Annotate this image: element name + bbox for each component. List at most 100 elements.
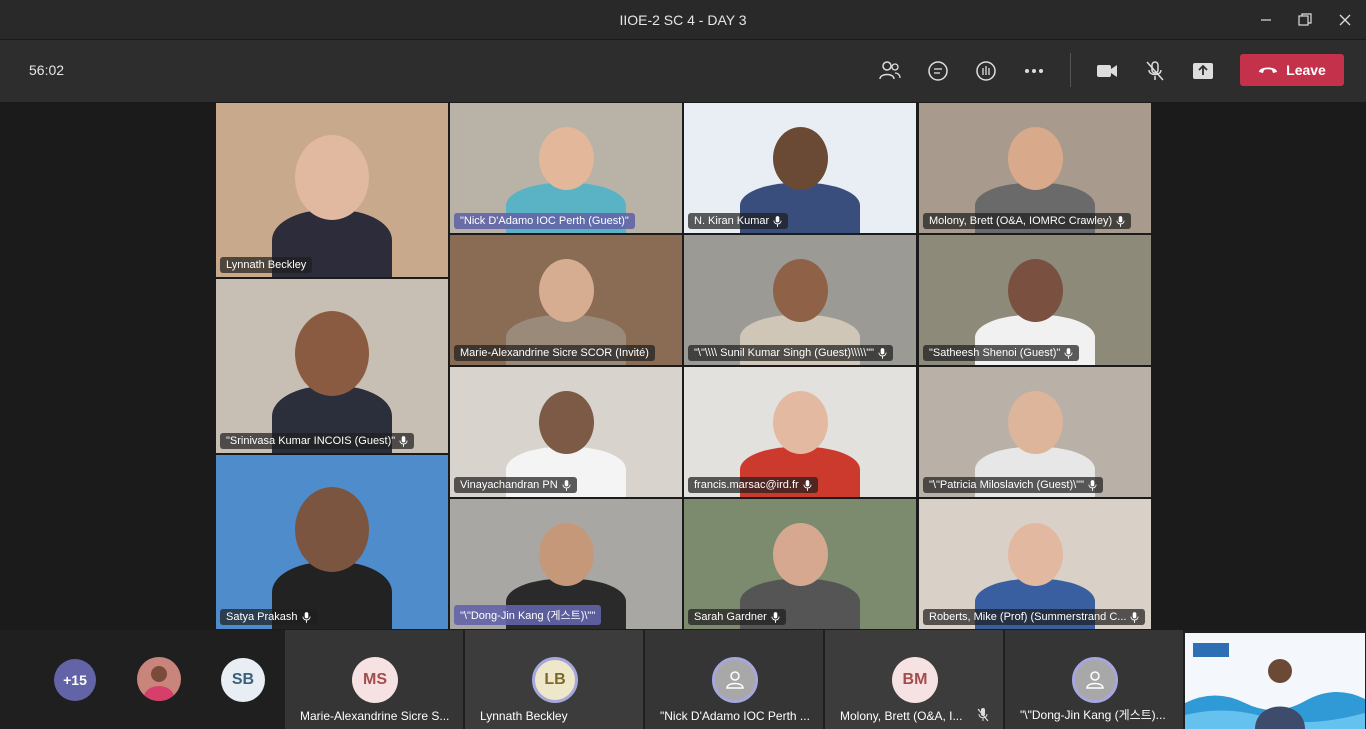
participant-strip-label: Marie-Alexandrine Sicre S... <box>300 709 450 723</box>
title-bar: IIOE-2 SC 4 - DAY 3 <box>0 0 1366 40</box>
mic-icon <box>771 611 780 623</box>
participant-name-tag: Sarah Gardner <box>688 609 786 625</box>
participant-name-tag: francis.marsac@ird.fr <box>688 477 818 493</box>
leave-button[interactable]: Leave <box>1240 54 1344 86</box>
avatar-initials: SB <box>231 671 255 688</box>
mic-icon <box>399 435 408 447</box>
mic-icon <box>562 479 571 491</box>
participant-face <box>772 391 828 454</box>
participant-avatar-sb[interactable]: SB <box>221 658 265 702</box>
participant-name: Lynnath Beckley <box>226 259 307 271</box>
people-icon <box>879 61 901 80</box>
video-stage: Lynnath Beckley "Nick D'Adamo IOC Perth (… <box>0 102 1366 630</box>
participant-face <box>772 259 828 322</box>
video-grid: Lynnath Beckley "Nick D'Adamo IOC Perth (… <box>215 102 1152 630</box>
video-tile[interactable]: Roberts, Mike (Prof) (Summerstrand C... <box>918 498 1152 630</box>
mic-icon <box>1116 215 1125 227</box>
chat-icon <box>928 61 948 81</box>
mute-button[interactable] <box>1138 54 1172 88</box>
phone-hangup-icon <box>1259 67 1278 73</box>
camera-icon <box>1097 65 1117 77</box>
avatar-photo-icon <box>144 666 174 701</box>
mic-icon <box>878 347 887 359</box>
mic-off-icon <box>977 708 989 722</box>
more-icon <box>1025 69 1043 73</box>
camera-button[interactable] <box>1090 54 1124 88</box>
avatar-initials: LB <box>544 671 566 688</box>
participant-name-tag: "\"\\\\ Sunil Kumar Singh (Guest)\\\\\"" <box>688 345 894 361</box>
minimize-button[interactable] <box>1246 0 1286 40</box>
video-tile[interactable]: "Srinivasa Kumar INCOIS (Guest)" <box>215 278 449 454</box>
participant-face <box>295 135 369 220</box>
hand-icon <box>976 61 996 81</box>
video-tile[interactable]: Lynnath Beckley <box>215 102 449 278</box>
participant-name-tag: Roberts, Mike (Prof) (Summerstrand C... <box>923 609 1146 625</box>
participant-name: Vinayachandran PN <box>460 479 558 491</box>
video-tile[interactable]: N. Kiran Kumar <box>683 102 917 234</box>
video-tile[interactable]: "\"Dong-Jin Kang (게스트)\"" <box>449 498 683 630</box>
participant-name: "\"Patricia Miloslavich (Guest)\"" <box>929 479 1084 491</box>
participant-face <box>538 391 594 454</box>
participant-face <box>1007 127 1063 190</box>
restore-icon <box>1298 13 1312 26</box>
participant-name-tag: Satya Prakash <box>220 609 317 625</box>
participant-strip-tile[interactable]: MS Marie-Alexandrine Sicre S... <box>285 630 463 729</box>
toolbar-divider <box>1070 53 1071 87</box>
minimize-icon <box>1261 19 1271 21</box>
more-participants-button[interactable]: +15 <box>54 659 96 701</box>
mic-icon <box>1088 479 1097 491</box>
close-icon <box>1339 14 1351 26</box>
chat-button[interactable] <box>921 54 955 88</box>
participant-strip-tile[interactable]: LB Lynnath Beckley <box>465 630 643 729</box>
self-view-video <box>1185 633 1365 729</box>
participant-strip-tile[interactable]: "Nick D'Adamo IOC Perth ... <box>645 630 823 729</box>
participant-name: "Srinivasa Kumar INCOIS (Guest)" <box>226 435 396 447</box>
window-title: IIOE-2 SC 4 - DAY 3 <box>619 11 747 28</box>
video-tile[interactable]: "\"\\\\ Sunil Kumar Singh (Guest)\\\\\"" <box>683 234 917 366</box>
participant-avatar <box>712 657 758 703</box>
meeting-timer: 56:02 <box>29 62 65 78</box>
mic-icon <box>1130 611 1139 623</box>
more-options-button[interactable] <box>1017 54 1051 88</box>
participant-name: Marie-Alexandrine Sicre SCOR (Invité) <box>460 347 649 359</box>
participant-avatar: BM <box>892 657 938 703</box>
video-tile[interactable]: Satya Prakash <box>215 454 449 630</box>
share-screen-button[interactable] <box>1186 54 1220 88</box>
participant-name: francis.marsac@ird.fr <box>694 479 799 491</box>
participant-bar: +15 SB MS Marie-Alexandrine Sicre S... LB L… <box>0 630 1366 729</box>
close-button[interactable] <box>1325 0 1365 40</box>
video-tile[interactable]: "\"Patricia Miloslavich (Guest)\"" <box>918 366 1152 498</box>
participant-face <box>772 127 828 190</box>
participant-face <box>1007 259 1063 322</box>
participant-avatar-photo[interactable] <box>137 657 181 701</box>
participant-face <box>295 311 369 396</box>
restore-button[interactable] <box>1285 0 1325 40</box>
participant-name-tag: "Nick D'Adamo IOC Perth (Guest)" <box>454 213 635 229</box>
video-tile[interactable]: Vinayachandran PN <box>449 366 683 498</box>
participant-face <box>538 127 594 190</box>
participant-name-tag: Molony, Brett (O&A, IOMRC Crawley) <box>923 213 1132 229</box>
participant-strip-label: Molony, Brett (O&A, I... <box>840 709 963 723</box>
share-icon <box>1193 63 1213 79</box>
person-icon <box>1086 671 1104 689</box>
participant-name: Satya Prakash <box>226 611 298 623</box>
participant-avatar: MS <box>352 657 398 703</box>
participant-name: "\"\\\\ Sunil Kumar Singh (Guest)\\\\\"" <box>694 347 875 359</box>
meeting-toolbar: 56:02 Leave <box>0 40 1366 102</box>
video-tile[interactable]: francis.marsac@ird.fr <box>683 366 917 498</box>
video-tile[interactable]: Sarah Gardner <box>683 498 917 630</box>
mic-icon <box>1064 347 1073 359</box>
video-tile[interactable]: Marie-Alexandrine Sicre SCOR (Invité) <box>449 234 683 366</box>
participants-button[interactable] <box>873 54 907 88</box>
self-view-image <box>1185 633 1365 729</box>
video-tile[interactable]: Molony, Brett (O&A, IOMRC Crawley) <box>918 102 1152 234</box>
leave-label: Leave <box>1286 62 1326 78</box>
mic-icon <box>773 215 782 227</box>
participant-strip-tile[interactable]: "\"Dong-Jin Kang (게스트)... <box>1005 630 1183 729</box>
participant-strip-tile[interactable]: BM Molony, Brett (O&A, I... <box>825 630 1003 729</box>
video-tile[interactable]: "Satheesh Shenoi (Guest)" <box>918 234 1152 366</box>
video-tile[interactable]: "Nick D'Adamo IOC Perth (Guest)" <box>449 102 683 234</box>
mic-off-icon <box>1146 61 1164 81</box>
participant-name: Roberts, Mike (Prof) (Summerstrand C... <box>929 611 1127 623</box>
raise-hand-button[interactable] <box>969 54 1003 88</box>
